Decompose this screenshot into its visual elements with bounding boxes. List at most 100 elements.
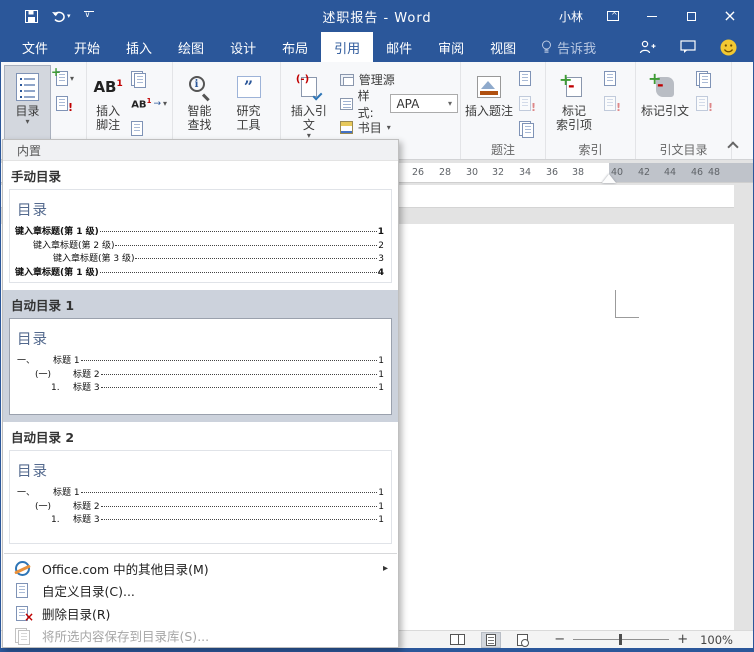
mark-entry-label-2: 索引项 (556, 118, 592, 132)
tab-layout[interactable]: 布局 (269, 32, 321, 62)
mark-entry-button[interactable]: +- 标记 索引项 (549, 65, 599, 141)
print-layout-button[interactable] (481, 632, 501, 648)
toc-button-label: 目录 (15, 104, 39, 118)
show-notes-button[interactable] (128, 118, 170, 139)
insert-footnote-button[interactable]: AB1 插入脚注 (90, 65, 126, 141)
insert-citation-icon: (-) (301, 77, 317, 97)
user-name[interactable]: 小林 (559, 8, 583, 25)
insert-citation-label: 插入引文 (285, 104, 333, 132)
title-bar: ▾ 述职报告 - Word 小林 × (1, 0, 753, 32)
remove-toc-icon: × (16, 606, 28, 621)
menu-item-more-toc-from-office[interactable]: Office.com 中的其他目录(M) ▸ (3, 557, 398, 580)
smiley-icon[interactable] (720, 39, 737, 56)
submenu-arrow-icon: ▸ (383, 563, 388, 574)
smart-lookup-button[interactable]: i 智能 查找 (176, 65, 223, 141)
update-index-button: ! (601, 93, 619, 114)
insert-caption-label: 插入题注 (465, 104, 513, 118)
menu-item-custom-toc[interactable]: 自定义目录(C)... (3, 580, 398, 603)
update-toc-button[interactable]: ! (53, 93, 77, 114)
page-crop-mark (615, 317, 639, 318)
gallery-item-automatic-toc-1[interactable]: 自动目录 1 目录 一、标题 11 (一)标题 21 1.标题 31 (3, 290, 398, 422)
zoom-level[interactable]: 100% (700, 633, 733, 647)
research-tools-label-1: 研究 (236, 104, 260, 118)
tell-me-box[interactable]: 告诉我 (529, 32, 608, 62)
ruler-number: 48 (708, 167, 720, 178)
tab-review[interactable]: 审阅 (425, 32, 477, 62)
toc-dropdown-arrow: ▾ (25, 118, 29, 126)
word-window: ▾ 述职报告 - Word 小林 × 文件 开始 插入 绘图 设计 布局 引用 … (0, 0, 754, 652)
toc-icon (16, 73, 39, 101)
research-tools-icon: ” (237, 76, 261, 98)
insert-endnote-button[interactable] (128, 68, 170, 89)
tab-home[interactable]: 开始 (61, 32, 113, 62)
gallery-item-manual-toc[interactable]: 手动目录 目录 键入章标题(第 1 级)1 键入章标题(第 2 级)2 键入章标… (3, 161, 398, 290)
undo-button[interactable]: ▾ (51, 10, 71, 23)
tab-mailings[interactable]: 邮件 (373, 32, 425, 62)
office-com-icon (15, 561, 30, 576)
ruler-number: 28 (439, 167, 451, 178)
mark-citation-icon: +- (656, 77, 674, 97)
zoom-in-button[interactable]: + (677, 633, 688, 646)
insert-index-button[interactable] (601, 68, 619, 89)
insert-table-of-figures-button[interactable] (516, 68, 537, 89)
tabrow-right-icons (639, 32, 737, 62)
tab-design[interactable]: 设计 (217, 32, 269, 62)
tab-file[interactable]: 文件 (9, 32, 61, 62)
menu-item-remove-toc[interactable]: × 删除目录(R) (3, 602, 398, 625)
tab-references[interactable]: 引用 (321, 32, 373, 62)
toc-gallery-dropdown: 内置 手动目录 目录 键入章标题(第 1 级)1 键入章标题(第 2 级)2 键… (2, 139, 399, 648)
zoom-slider-thumb[interactable] (619, 634, 622, 645)
add-text-button[interactable]: +▾ (53, 68, 77, 89)
manage-sources-label: 管理源 (359, 71, 395, 88)
insert-footnote-icon: AB1 (93, 78, 122, 96)
bibliography-button[interactable]: 书目▾ (340, 116, 458, 139)
print-layout-icon (486, 634, 496, 646)
next-footnote-button[interactable]: AB1→▾ (128, 93, 170, 114)
web-layout-button[interactable] (513, 632, 532, 648)
tab-view[interactable]: 视图 (477, 32, 529, 62)
maximize-button[interactable] (682, 7, 700, 25)
tab-insert[interactable]: 插入 (113, 32, 165, 62)
zoom-out-button[interactable]: − (554, 633, 565, 646)
toc-entry: 一、标题 11 (10, 356, 384, 366)
insert-table-of-authorities-button[interactable] (693, 68, 714, 89)
ribbon-tab-row: 文件 开始 插入 绘图 设计 布局 引用 邮件 审阅 视图 告诉我 (1, 32, 753, 62)
cross-reference-button[interactable] (516, 118, 537, 139)
gallery-item-automatic-toc-2[interactable]: 自动目录 2 目录 一、标题 11 (一)标题 21 1.标题 31 (3, 422, 398, 551)
read-mode-icon (450, 634, 465, 645)
minimize-button[interactable] (643, 7, 661, 25)
save-button[interactable] (25, 10, 38, 23)
ribbon-display-options-button[interactable] (604, 7, 622, 25)
close-button[interactable]: × (721, 7, 739, 25)
research-tools-button[interactable]: ” 研究 工具 (225, 65, 272, 141)
customize-qat-button[interactable] (84, 11, 94, 21)
save-selection-icon (15, 628, 30, 644)
menu-item-label: 将所选内容保存到目录库(S)... (42, 626, 209, 645)
right-indent-marker[interactable] (602, 174, 616, 183)
insert-citation-button[interactable]: (-) 插入引文 ▾ (284, 65, 334, 141)
manage-sources-icon (340, 74, 354, 86)
gallery-preview: 目录 键入章标题(第 1 级)1 键入章标题(第 2 级)2 键入章标题(第 3… (9, 189, 392, 283)
undo-dropdown-arrow[interactable]: ▾ (67, 12, 71, 20)
gallery-preview: 目录 一、标题 11 (一)标题 21 1.标题 31 (9, 450, 392, 544)
insert-caption-button[interactable]: 插入题注 (464, 65, 514, 141)
titlebar-right: 小林 × (559, 7, 739, 25)
toc-button[interactable]: 目录 ▾ (4, 65, 51, 141)
update-table-of-figures-icon: ! (519, 96, 531, 111)
citation-style-select[interactable]: APA▾ (390, 94, 458, 113)
share-icon[interactable] (639, 40, 656, 55)
tab-draw[interactable]: 绘图 (165, 32, 217, 62)
zoom-slider[interactable] (573, 639, 669, 640)
insert-endnote-icon (131, 71, 146, 87)
update-toc-icon: ! (56, 96, 68, 111)
mark-citation-button[interactable]: +- 标记引文 (639, 65, 691, 141)
group-label-toa: 引文目录 (636, 141, 731, 158)
research-tools-label-2: 工具 (236, 118, 260, 132)
gallery-item-name: 自动目录 2 (3, 423, 398, 448)
minimize-icon (647, 16, 657, 17)
style-icon (340, 98, 353, 110)
insert-table-of-authorities-icon (696, 71, 711, 87)
comments-icon[interactable] (680, 40, 696, 54)
read-mode-button[interactable] (446, 632, 469, 647)
update-table-of-authorities-icon: ! (696, 96, 708, 111)
